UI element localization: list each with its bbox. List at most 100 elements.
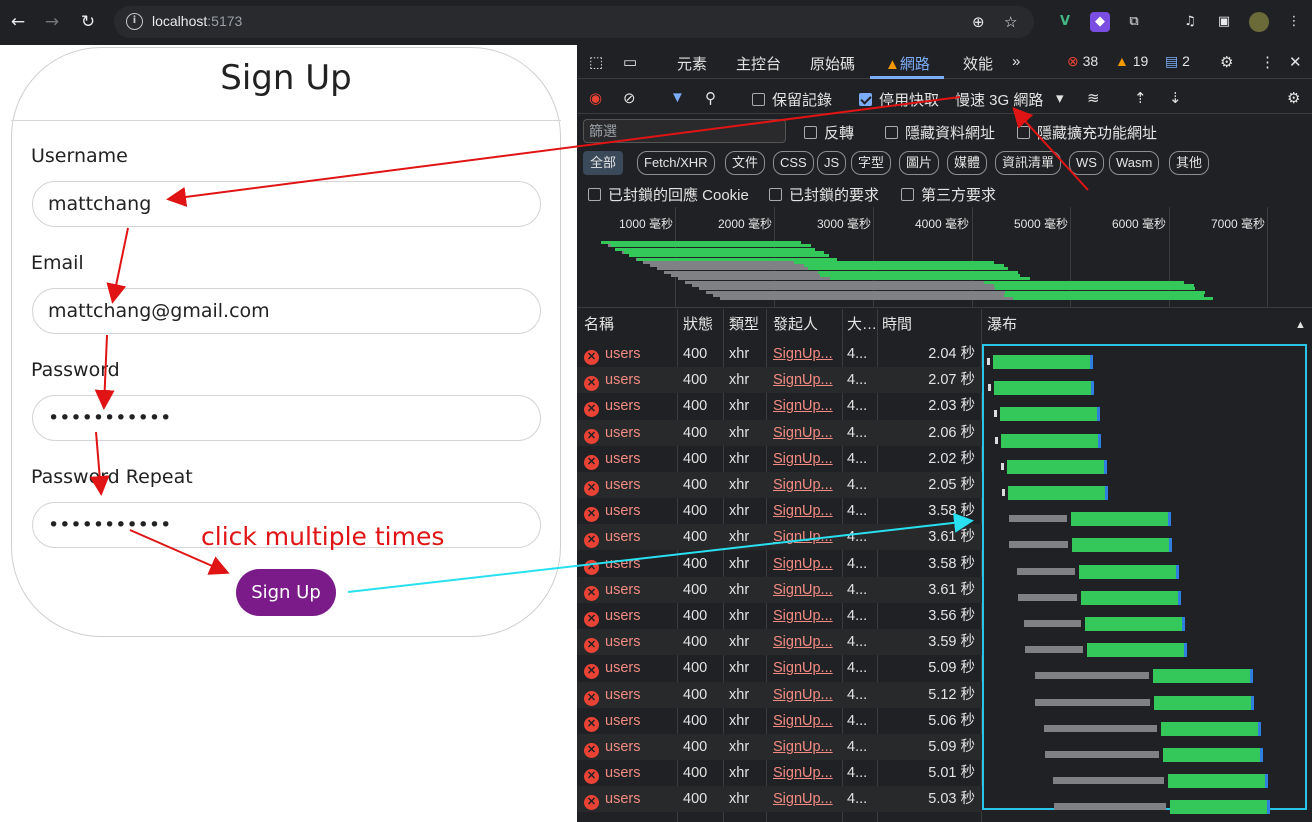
table-row[interactable]: ✕ users 400 xhr SignUp... 4... 2.02 秒 [577, 446, 982, 472]
tab-network[interactable]: ▲網路 [885, 53, 930, 74]
initiator-link[interactable]: SignUp... [773, 708, 837, 734]
close-devtools-icon[interactable]: ✕ [1289, 53, 1302, 71]
initiator-link[interactable]: SignUp... [773, 393, 837, 419]
column-header-initiator[interactable]: 發起人 [773, 309, 818, 341]
signup-button[interactable]: Sign Up [236, 569, 336, 616]
column-header-type[interactable]: 類型 [729, 309, 759, 341]
type-chip-ws[interactable]: WS [1069, 151, 1104, 175]
table-row[interactable]: ✕ users 400 xhr SignUp... 4... 5.06 秒 [577, 708, 982, 734]
error-count[interactable]: ⊗ 38 [1067, 53, 1098, 70]
network-settings-gear-icon[interactable]: ⚙ [1287, 89, 1300, 107]
table-row[interactable]: ✕ users 400 xhr SignUp... 4... 3.56 秒 [577, 603, 982, 629]
type-chip-wasm[interactable]: Wasm [1109, 151, 1160, 175]
settings-gear-icon[interactable]: ⚙ [1220, 53, 1233, 71]
back-icon[interactable]: ← [6, 10, 30, 34]
extension-icon[interactable]: ◆ [1090, 12, 1110, 32]
chevron-down-icon[interactable]: ▾ [1056, 89, 1064, 107]
table-row[interactable]: ✕ users 400 xhr SignUp... 4... 5.09 秒 [577, 655, 982, 681]
table-row[interactable]: ✕ users 400 xhr SignUp... 4... 5.09 秒 [577, 734, 982, 760]
column-header-name[interactable]: 名稱 [584, 309, 614, 341]
initiator-link[interactable]: SignUp... [773, 498, 837, 524]
initiator-link[interactable]: SignUp... [773, 367, 837, 393]
invert-checkbox[interactable]: 反轉 [804, 122, 854, 143]
column-header-size[interactable]: 大… [847, 309, 877, 341]
table-row[interactable]: ✕ users 400 xhr SignUp... 4... 2.03 秒 [577, 393, 982, 419]
network-conditions-icon[interactable]: ≋ [1087, 89, 1100, 107]
hide-extension-urls-checkbox[interactable]: 隱藏擴充功能網址 [1017, 122, 1157, 143]
type-chip-manifest[interactable]: 資訊清單 [995, 151, 1062, 175]
table-row[interactable]: ✕ users 400 xhr SignUp... 4... 3.58 秒 [577, 551, 982, 577]
column-header-status[interactable]: 狀態 [683, 309, 713, 341]
table-row[interactable]: ✕ users 400 xhr SignUp... 4... 5.01 秒 [577, 760, 982, 786]
table-row[interactable]: ✕ users 400 xhr SignUp... 4... 5.12 秒 [577, 681, 982, 708]
record-stop-icon[interactable]: ◉ [589, 89, 602, 107]
type-chip-other[interactable]: 其他 [1169, 151, 1210, 175]
network-overview[interactable]: 1000 毫秒 2000 毫秒 3000 毫秒 4000 毫秒 5000 毫秒 … [577, 207, 1312, 308]
more-tabs-icon[interactable]: » [1012, 53, 1020, 70]
table-row[interactable]: ✕ users 400 xhr SignUp... 4... 3.58 秒 [577, 498, 982, 524]
initiator-link[interactable]: SignUp... [773, 577, 837, 603]
reload-icon[interactable]: ↻ [76, 10, 100, 34]
initiator-link[interactable]: SignUp... [773, 341, 837, 367]
initiator-link[interactable]: SignUp... [773, 551, 837, 577]
warning-count[interactable]: ▲ 19 [1115, 53, 1148, 69]
preserve-log-checkbox[interactable]: 保留記錄 [752, 89, 832, 110]
bookmark-star-icon[interactable]: ☆ [1004, 13, 1017, 31]
side-panel-icon[interactable]: ▣ [1214, 12, 1234, 32]
password-input[interactable]: ••••••••••• [32, 395, 541, 441]
type-chip-css[interactable]: CSS [773, 151, 814, 175]
sort-ascending-icon[interactable]: ▲ [1295, 309, 1306, 341]
type-chip-js[interactable]: JS [817, 151, 847, 175]
device-toolbar-icon[interactable]: ▭ [623, 53, 637, 71]
table-row[interactable]: ✕ users 400 xhr SignUp... 4... 3.61 秒 [577, 576, 982, 603]
address-bar[interactable]: i localhost:5173 ⊕ ☆ [114, 6, 1034, 38]
media-control-icon[interactable]: ♫ [1180, 12, 1200, 32]
table-row[interactable]: ✕ users 400 xhr SignUp... 4... 2.07 秒 [577, 367, 982, 394]
email-input[interactable]: mattchang@gmail.com [32, 288, 541, 334]
initiator-link[interactable]: SignUp... [773, 472, 837, 498]
hide-data-urls-checkbox[interactable]: 隱藏資料網址 [885, 122, 995, 143]
profile-avatar[interactable] [1249, 12, 1269, 32]
extensions-puzzle-icon[interactable]: ⧉ [1124, 12, 1144, 32]
initiator-link[interactable]: SignUp... [773, 734, 837, 760]
tab-sources[interactable]: 原始碼 [810, 53, 855, 74]
initiator-link[interactable]: SignUp... [773, 629, 837, 655]
search-icon[interactable]: ⚲ [705, 89, 716, 107]
tab-console[interactable]: 主控台 [736, 53, 781, 74]
filter-funnel-icon[interactable]: ▼ [670, 89, 685, 106]
blocked-cookies-checkbox[interactable]: 已封鎖的回應 Cookie [588, 184, 749, 205]
initiator-link[interactable]: SignUp... [773, 682, 837, 708]
clear-icon[interactable]: ⊘ [623, 89, 636, 107]
url-text[interactable]: localhost:5173 [152, 13, 242, 29]
devtools-menu-icon[interactable]: ⋮ [1260, 53, 1275, 71]
more-menu-icon[interactable]: ⋮ [1284, 12, 1304, 32]
third-party-checkbox[interactable]: 第三方要求 [901, 184, 996, 205]
table-row[interactable]: ✕ users 400 xhr SignUp... 4... 3.61 秒 [577, 524, 982, 551]
throttle-select[interactable]: 慢速 3G 網路 [955, 89, 1043, 110]
blocked-requests-checkbox[interactable]: 已封鎖的要求 [769, 184, 879, 205]
inspect-element-icon[interactable]: ⬚ [589, 53, 603, 71]
tab-elements[interactable]: 元素 [677, 53, 707, 74]
initiator-link[interactable]: SignUp... [773, 603, 837, 629]
disable-cache-checkbox[interactable]: 停用快取 [859, 89, 939, 110]
type-chip-doc[interactable]: 文件 [725, 151, 766, 175]
filter-input[interactable]: 篩選 [583, 119, 786, 143]
initiator-link[interactable]: SignUp... [773, 786, 837, 812]
type-chip-media[interactable]: 媒體 [947, 151, 988, 175]
column-header-waterfall[interactable]: 瀑布 [987, 309, 1017, 341]
tab-performance[interactable]: 效能 [963, 53, 993, 74]
import-har-icon[interactable]: ⇡ [1134, 89, 1147, 107]
zoom-icon[interactable]: ⊕ [972, 13, 985, 31]
site-info-icon[interactable]: i [126, 13, 143, 30]
initiator-link[interactable]: SignUp... [773, 446, 837, 472]
vue-extension-icon[interactable]: V [1055, 12, 1075, 32]
table-row[interactable]: ✕ users 400 xhr SignUp... 4... 3.59 秒 [577, 629, 982, 656]
initiator-link[interactable]: SignUp... [773, 420, 837, 446]
forward-icon[interactable]: → [40, 10, 64, 34]
username-input[interactable]: mattchang [32, 181, 541, 227]
message-count[interactable]: ▤ 2 [1165, 53, 1190, 70]
export-har-icon[interactable]: ⇣ [1169, 89, 1182, 107]
type-chip-all[interactable]: 全部 [583, 151, 624, 175]
initiator-link[interactable]: SignUp... [773, 655, 837, 681]
type-chip-img[interactable]: 圖片 [899, 151, 940, 175]
